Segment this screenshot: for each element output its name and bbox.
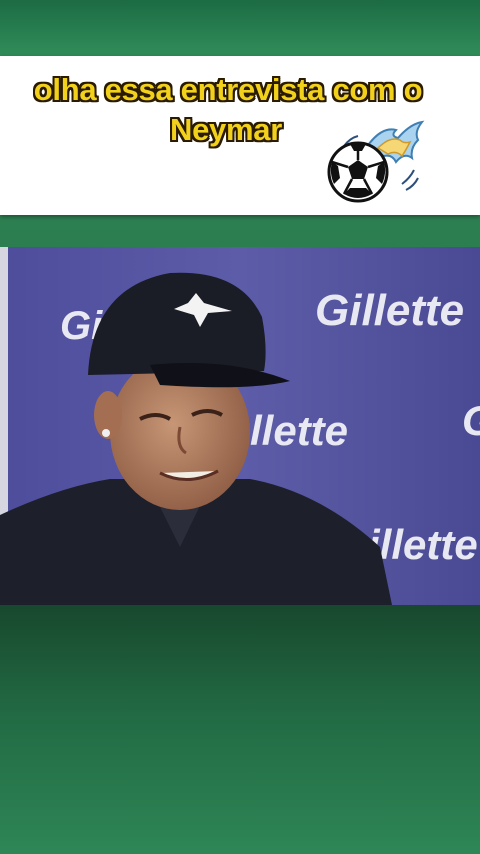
backdrop-logo-top-right: Gillette (315, 286, 464, 335)
video-still: Gi Gillette llette G illette (0, 247, 480, 605)
caption-banner: olha essa entrevista com o Neymar (0, 56, 480, 215)
backdrop-logo-bottom: illette (368, 521, 478, 568)
soccer-ball-flame-icon (327, 120, 425, 203)
background-lower (0, 605, 480, 854)
video-frame[interactable]: Gi Gillette llette G illette (0, 247, 480, 605)
backdrop-logo-middle: llette (250, 407, 348, 454)
caption-line-1: olha essa entrevista com o (33, 72, 423, 107)
backdrop-logo-right-edge: G (462, 397, 480, 444)
